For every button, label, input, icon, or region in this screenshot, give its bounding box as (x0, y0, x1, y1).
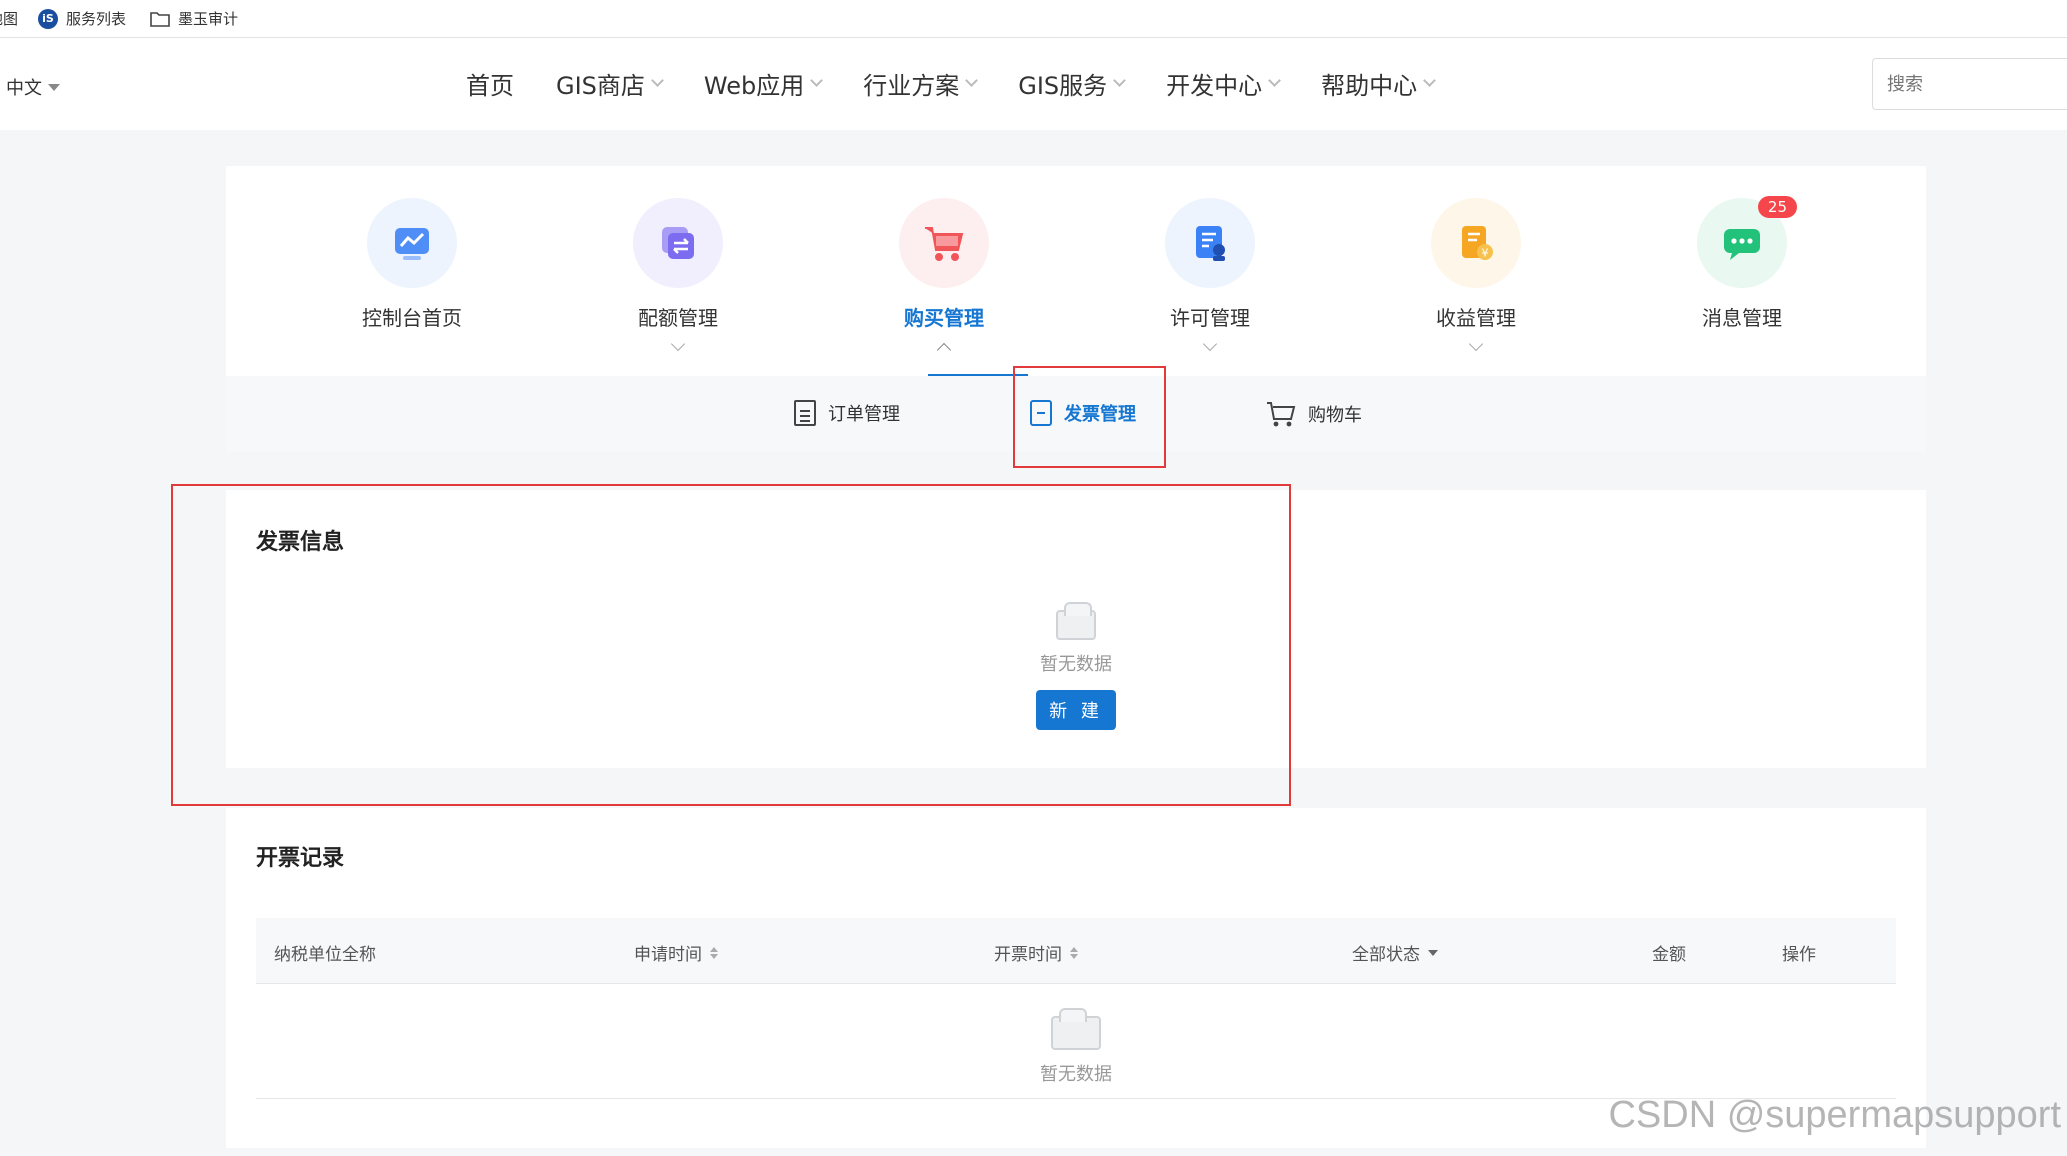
bookmark-moyu-audit[interactable]: 墨玉审计 (150, 8, 238, 29)
dashboard-icon (395, 228, 429, 260)
message-icon-circle: 25 (1697, 196, 1797, 288)
chevron-down-icon (1423, 74, 1437, 87)
watermark-text: CSDN @supermapsupport (1608, 1094, 2061, 1136)
shopping-cart-icon (925, 227, 964, 261)
revenue-icon-circle: ¥ (1431, 198, 1521, 288)
bookmark-map[interactable]: 地图 (0, 8, 18, 29)
bookmark-service-list[interactable]: iS 服务列表 (38, 8, 126, 29)
top-navigation: 中文 首页 GIS商店 Web应用 行业方案 GIS服务 开发中心 帮助中心 (0, 38, 2067, 130)
menu-label: GIS服务 (1018, 72, 1108, 100)
column-label: 操作 (1782, 945, 1816, 965)
iserver-logo-icon: iS (38, 8, 59, 29)
chevron-down-icon (810, 74, 824, 87)
chevron-down-icon (1202, 336, 1218, 352)
menu-label: 首页 (466, 72, 514, 100)
column-label: 申请时间 (634, 945, 702, 965)
column-header-apply-time[interactable]: 申请时间 (634, 940, 718, 965)
console-label: 配额管理 (638, 306, 718, 330)
revenue-icon: ¥ (1462, 226, 1493, 260)
main-menu: 首页 GIS商店 Web应用 行业方案 GIS服务 开发中心 帮助中心 (466, 66, 1476, 101)
menu-item-gis-store[interactable]: GIS商店 (556, 66, 664, 101)
chevron-down-icon (1268, 74, 1282, 87)
order-doc-icon (794, 400, 816, 426)
bookmark-label: 地图 (0, 10, 19, 28)
quota-icon (662, 227, 694, 259)
language-selector[interactable]: 中文 (6, 74, 60, 100)
menu-label: Web应用 (703, 72, 805, 100)
menu-item-web-apps[interactable]: Web应用 (703, 66, 824, 101)
console-label: 购买管理 (904, 306, 984, 330)
console-item-dashboard[interactable]: 控制台首页 (332, 198, 492, 331)
subnav-item-orders[interactable]: 订单管理 (794, 400, 900, 426)
license-icon-circle (1165, 198, 1255, 288)
chevron-down-icon (1113, 74, 1127, 87)
cart-icon (1267, 402, 1296, 427)
quota-icon-circle (633, 198, 723, 288)
sort-icon[interactable] (1070, 946, 1078, 959)
console-item-license[interactable]: 许可管理 (1130, 198, 1290, 352)
column-label: 纳税单位全称 (274, 945, 376, 965)
menu-label: 帮助中心 (1321, 72, 1418, 100)
console-label: 收益管理 (1436, 306, 1516, 330)
console-item-quota[interactable]: 配额管理 (598, 198, 758, 352)
subnav-label: 购物车 (1308, 405, 1362, 426)
search-input[interactable] (1872, 58, 2067, 110)
svg-text:¥: ¥ (1482, 247, 1489, 260)
column-header-status-filter[interactable]: 全部状态 (1352, 940, 1438, 965)
console-label: 许可管理 (1170, 306, 1250, 330)
menu-label: 开发中心 (1166, 72, 1263, 100)
chevron-down-icon (651, 74, 664, 87)
bookmarks-bar: 地图 iS 服务列表 墨玉审计 (0, 0, 2067, 38)
caret-down-icon (1428, 949, 1438, 956)
purchase-icon-circle (899, 198, 989, 288)
records-table-header: 纳税单位全称 申请时间 开票时间 全部状态 金额 操作 (256, 918, 1896, 984)
column-header-amount: 金额 (1652, 940, 1686, 965)
console-label: 控制台首页 (362, 306, 462, 330)
column-label: 开票时间 (994, 945, 1062, 965)
chevron-up-icon (936, 342, 952, 358)
console-item-revenue[interactable]: ¥ 收益管理 (1396, 198, 1556, 352)
folder-icon (150, 11, 170, 27)
menu-item-home[interactable]: 首页 (466, 66, 514, 101)
highlight-box-invoice-info (171, 484, 1291, 806)
empty-inbox-icon (1051, 1008, 1101, 1050)
menu-label: GIS商店 (556, 72, 645, 100)
console-label: 消息管理 (1702, 306, 1782, 330)
message-icon (1724, 229, 1760, 260)
subnav-label: 订单管理 (828, 404, 900, 425)
column-header-actions: 操作 (1782, 940, 1816, 965)
column-header-taxpayer-name: 纳税单位全称 (274, 940, 376, 965)
menu-label: 行业方案 (863, 72, 960, 100)
license-icon (1196, 226, 1225, 261)
menu-item-help-center[interactable]: 帮助中心 (1321, 66, 1437, 101)
bookmark-label: 服务列表 (66, 10, 127, 28)
chevron-down-icon (965, 74, 979, 87)
chevron-down-icon (1468, 336, 1484, 352)
menu-item-dev-center[interactable]: 开发中心 (1166, 66, 1282, 101)
column-header-issue-time[interactable]: 开票时间 (994, 940, 1078, 965)
column-label: 全部状态 (1352, 945, 1420, 965)
records-empty-state: 暂无数据 (1006, 1008, 1146, 1086)
language-label: 中文 (6, 78, 42, 99)
console-item-purchase[interactable]: 购买管理 (864, 198, 1024, 358)
sort-icon[interactable] (710, 946, 718, 959)
empty-text: 暂无数据 (1040, 1064, 1112, 1085)
menu-item-industry-solutions[interactable]: 行业方案 (863, 66, 979, 101)
invoice-records-title: 开票记录 (256, 846, 345, 871)
highlight-box-invoice-tab (1013, 366, 1166, 468)
column-label: 金额 (1652, 945, 1686, 965)
chevron-down-icon (670, 336, 686, 352)
console-item-messages[interactable]: 25 消息管理 (1662, 196, 1822, 331)
menu-item-gis-services[interactable]: GIS服务 (1018, 66, 1127, 101)
subnav-item-cart[interactable]: 购物车 (1266, 400, 1362, 428)
console-nav-card: 控制台首页 配额管理 购买管理 许可管理 ¥ 收益管理 25 消息管理 (226, 166, 1926, 376)
caret-down-icon (48, 83, 60, 91)
bookmark-label: 墨玉审计 (178, 10, 239, 28)
dashboard-icon-circle (367, 198, 457, 288)
unread-count-badge: 25 (1757, 196, 1797, 218)
